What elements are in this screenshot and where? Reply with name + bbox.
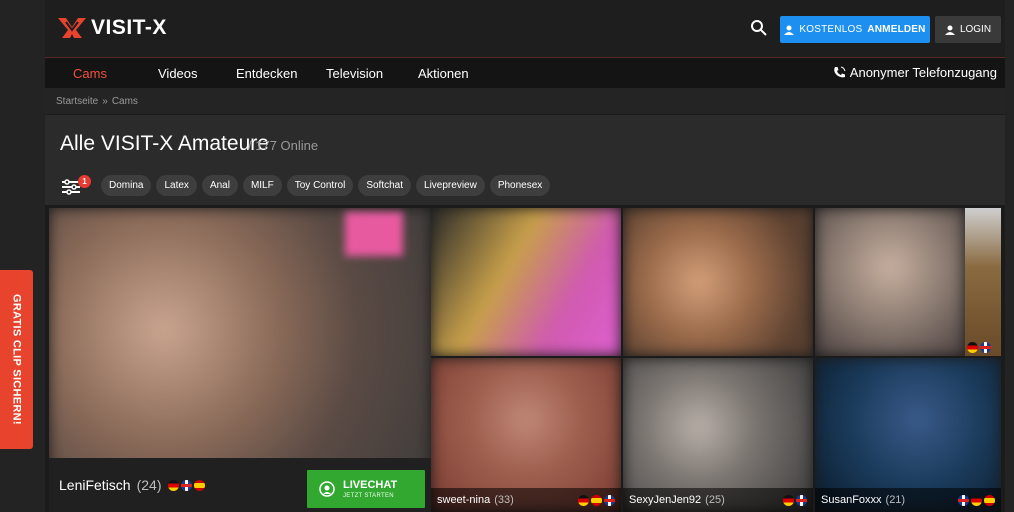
register-button[interactable]: KOSTENLOS ANMELDEN: [780, 16, 930, 43]
chip-livepreview[interactable]: Livepreview: [416, 175, 485, 196]
flag-gb-icon: [980, 342, 991, 353]
cam-thumbnail: [815, 208, 965, 356]
site-header: VISIT-X KOSTENLOS ANMELDEN LOGIN: [45, 0, 1005, 58]
breadcrumb-home[interactable]: Startseite: [56, 96, 98, 107]
flag-gb-icon: [180, 479, 192, 491]
cam-name: SusanFoxxx: [821, 494, 882, 506]
cam-tile[interactable]: [623, 208, 813, 356]
chip-softchat[interactable]: Softchat: [358, 175, 412, 196]
cam-caption: sweet-nina (33): [431, 488, 621, 512]
featured-name: LeniFetisch: [59, 477, 131, 493]
thumbnail-badge: [345, 212, 403, 256]
livechat-label: LIVECHAT: [343, 478, 398, 491]
featured-age: (24): [136, 477, 162, 493]
phone-icon: [834, 66, 846, 78]
flag-es-icon: [591, 494, 602, 506]
nav-item-entdecken[interactable]: Entdecken: [236, 66, 297, 81]
cam-age: (25): [705, 494, 725, 506]
chip-anal[interactable]: Anal: [201, 175, 238, 196]
register-label: ANMELDEN: [867, 24, 926, 35]
tile-flags: [578, 494, 615, 506]
flag-gb-icon: [604, 494, 615, 506]
cam-caption: SusanFoxxx (21): [815, 488, 1001, 512]
featured-flags: [167, 479, 205, 491]
page-wrapper: VISIT-X KOSTENLOS ANMELDEN LOGIN Cams Vi…: [45, 0, 1005, 205]
logo-text: VISIT-X: [91, 16, 167, 39]
chip-domina[interactable]: Domina: [101, 175, 152, 196]
chip-latex[interactable]: Latex: [156, 175, 197, 196]
user-icon: [944, 25, 955, 35]
chip-phonesex[interactable]: Phonesex: [489, 175, 551, 196]
cam-grid: LeniFetisch (24) LIVECHAT JETZT STARTEN: [45, 208, 1005, 512]
cam-thumbnail: [965, 208, 1001, 356]
cam-thumbnail: [431, 208, 621, 356]
featured-caption: LeniFetisch (24) LIVECHAT JETZT STARTEN: [49, 458, 431, 512]
site-logo[interactable]: VISIT-X: [57, 16, 167, 40]
filter-count-badge: 1: [78, 175, 91, 188]
cam-tile[interactable]: [965, 208, 1001, 356]
flag-de-icon: [167, 479, 179, 491]
tile-flags: [967, 342, 991, 353]
register-prefix: KOSTENLOS: [799, 24, 863, 35]
livechat-sub: JETZT STARTEN: [343, 492, 394, 499]
category-chips: Domina Latex Anal MILF Toy Control Softc…: [101, 175, 551, 196]
featured-cam-tile[interactable]: LeniFetisch (24) LIVECHAT JETZT STARTEN: [49, 208, 431, 512]
chip-toy-control[interactable]: Toy Control: [286, 175, 354, 196]
phone-access-link[interactable]: Anonymer Telefonzugang: [833, 65, 997, 80]
nav-item-aktionen[interactable]: Aktionen: [418, 66, 469, 81]
cam-tile[interactable]: sweet-nina (33): [431, 358, 621, 512]
chip-milf[interactable]: MILF: [242, 175, 282, 196]
breadcrumb-current[interactable]: Cams: [112, 96, 138, 107]
login-label: LOGIN: [959, 24, 992, 35]
main-nav: Cams Videos Entdecken Television Aktione…: [45, 58, 1005, 88]
cam-name: SexyJenJen92: [629, 494, 702, 506]
cam-age: (21): [885, 494, 906, 506]
online-count: / 177 Online: [248, 138, 319, 153]
phone-label: Anonymer Telefonzugang: [849, 65, 997, 80]
flag-de-icon: [971, 494, 982, 506]
free-clip-tab[interactable]: GRATIS CLIP SICHERN!: [0, 270, 33, 449]
flag-es-icon: [984, 494, 995, 506]
livechat-icon: [319, 481, 335, 497]
cam-name: sweet-nina: [437, 494, 491, 506]
flag-de-icon: [967, 342, 978, 353]
logo-mark-icon: [58, 18, 86, 38]
cam-age: (33): [494, 494, 514, 506]
nav-item-videos[interactable]: Videos: [158, 66, 198, 81]
nav-item-television[interactable]: Television: [326, 66, 383, 81]
login-button[interactable]: LOGIN: [935, 16, 1001, 43]
cam-tile[interactable]: SusanFoxxx (21): [815, 358, 1001, 512]
tile-flags: [783, 494, 807, 506]
flag-gb-icon: [958, 494, 969, 506]
right-rail: [1005, 0, 1014, 512]
cam-tile[interactable]: [431, 208, 621, 356]
breadcrumb-separator: »: [102, 96, 108, 107]
cam-thumbnail: [623, 208, 813, 356]
flag-es-icon: [193, 479, 205, 491]
cam-tile[interactable]: [815, 208, 965, 356]
flag-de-icon: [783, 494, 794, 506]
livechat-text: LIVECHAT JETZT STARTEN: [343, 478, 398, 499]
tile-flags: [958, 494, 995, 506]
title-panel: Alle VISIT-X Amateure / 177 Online 1 Dom…: [45, 115, 1005, 205]
nav-item-cams[interactable]: Cams: [73, 66, 107, 81]
cam-caption: SexyJenJen92 (25): [623, 488, 813, 512]
page-title: Alle VISIT-X Amateure: [60, 132, 269, 155]
user-icon: [784, 25, 795, 35]
cam-tile[interactable]: SexyJenJen92 (25): [623, 358, 813, 512]
livechat-button[interactable]: LIVECHAT JETZT STARTEN: [307, 470, 425, 508]
breadcrumb: Startseite » Cams: [45, 88, 1005, 114]
search-icon[interactable]: [750, 19, 768, 37]
flag-de-icon: [578, 494, 589, 506]
free-clip-label: GRATIS CLIP SICHERN!: [10, 294, 23, 425]
flag-gb-icon: [796, 494, 807, 506]
